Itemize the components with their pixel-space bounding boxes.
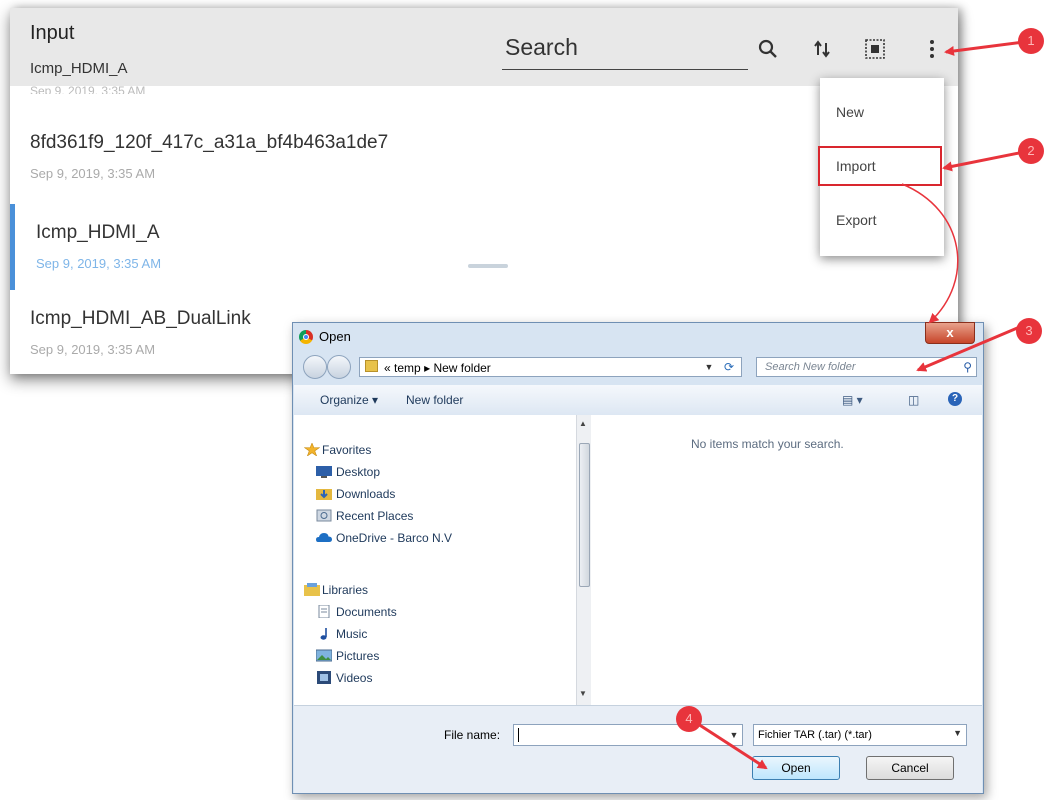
arrow-2 — [942, 150, 1025, 172]
arrow-4 — [697, 722, 768, 770]
callout-4: 4 — [676, 706, 702, 732]
callout-1: 1 — [1018, 28, 1044, 54]
callout-2: 2 — [1018, 138, 1044, 164]
callout-3: 3 — [1016, 318, 1042, 344]
arrow-3 — [916, 324, 1023, 372]
annotation-arrows — [697, 40, 1025, 770]
arrow-import-to-dialog — [901, 183, 959, 324]
arrow-1 — [944, 40, 1025, 56]
